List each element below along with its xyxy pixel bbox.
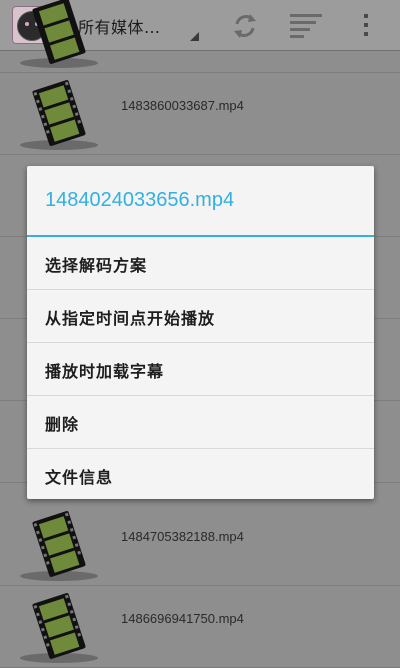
media-file-row[interactable]: 1483860033687.mp4: [0, 72, 400, 155]
menu-item-label: 选择解码方案: [45, 256, 148, 275]
menu-item-play-from-time[interactable]: 从指定时间点开始播放: [27, 290, 374, 343]
menu-item-label: 从指定时间点开始播放: [45, 309, 216, 328]
menu-item-load-subtitles[interactable]: 播放时加载字幕: [27, 343, 374, 396]
file-name: 1484705382188.mp4: [121, 529, 244, 544]
menu-item-label: 删除: [45, 415, 80, 434]
menu-item-label: 播放时加载字幕: [45, 362, 165, 381]
video-file-icon: [32, 80, 86, 146]
menu-item-label: 文件信息: [45, 468, 114, 487]
video-file-icon: [32, 593, 86, 659]
file-name: 1486696941750.mp4: [121, 611, 244, 626]
media-file-row[interactable]: 1486696941750.mp4: [0, 585, 400, 668]
menu-item-file-info[interactable]: 文件信息: [27, 449, 374, 501]
file-name: 1483860033687.mp4: [121, 98, 244, 113]
media-file-row[interactable]: [0, 0, 400, 73]
video-file-icon: [32, 511, 86, 577]
media-file-row[interactable]: 1484705382188.mp4: [0, 503, 400, 586]
dialog-title: 1484024033656.mp4: [45, 189, 235, 211]
menu-item-select-decoder[interactable]: 选择解码方案: [27, 237, 374, 290]
video-file-icon: [32, 0, 86, 64]
file-options-dialog: 1484024033656.mp4 选择解码方案 从指定时间点开始播放 播放时加…: [27, 166, 374, 499]
menu-item-delete[interactable]: 删除: [27, 396, 374, 449]
